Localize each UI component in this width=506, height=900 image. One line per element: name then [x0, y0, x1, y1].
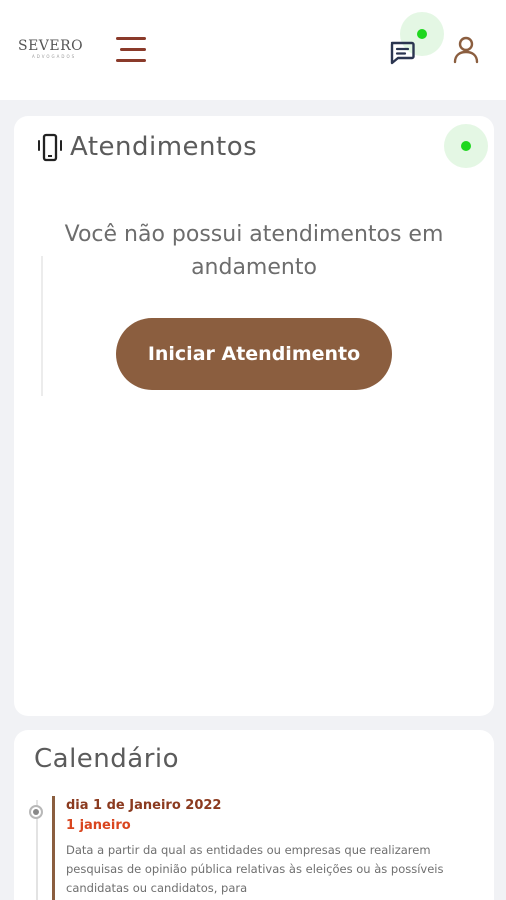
hamburger-icon-line: [116, 59, 146, 62]
logo-main-text: SEVERO: [18, 38, 84, 54]
event-accent-bar: [52, 796, 55, 900]
chat-icon: [390, 41, 415, 65]
menu-button[interactable]: [112, 34, 150, 66]
user-profile-button[interactable]: [448, 30, 484, 70]
logo-sub-text: ADVOGADOS: [32, 54, 77, 59]
calendar-title: Calendário: [34, 744, 180, 774]
user-icon: [453, 36, 479, 64]
start-service-button[interactable]: Iniciar Atendimento: [116, 318, 392, 390]
event-description: Data a partir da qual as entidades ou em…: [66, 843, 444, 895]
online-status-dot: [461, 141, 471, 151]
phone-vibrate-icon: [38, 133, 62, 162]
atendimentos-title: Atendimentos: [70, 132, 258, 162]
event-name[interactable]: 1 janeiro: [66, 818, 131, 833]
atendimentos-card: Atendimentos Você não possui atendimento…: [14, 116, 494, 716]
online-indicator-dot: [417, 29, 427, 39]
severo-logo[interactable]: SEVERO ADVOGADOS: [18, 38, 88, 62]
timeline-marker-icon: [29, 805, 43, 819]
chat-button[interactable]: [380, 12, 444, 74]
app-header: SEVERO ADVOGADOS: [0, 0, 506, 100]
event-date: dia 1 de Janeiro 2022: [66, 798, 222, 813]
hamburger-icon: [116, 37, 146, 40]
empty-state-message: Você não possui atendimentos em andament…: [64, 222, 444, 280]
calendar-card: Calendário dia 1 de Janeiro 2022 1 janei…: [14, 730, 494, 900]
hamburger-icon-line: [120, 48, 146, 51]
